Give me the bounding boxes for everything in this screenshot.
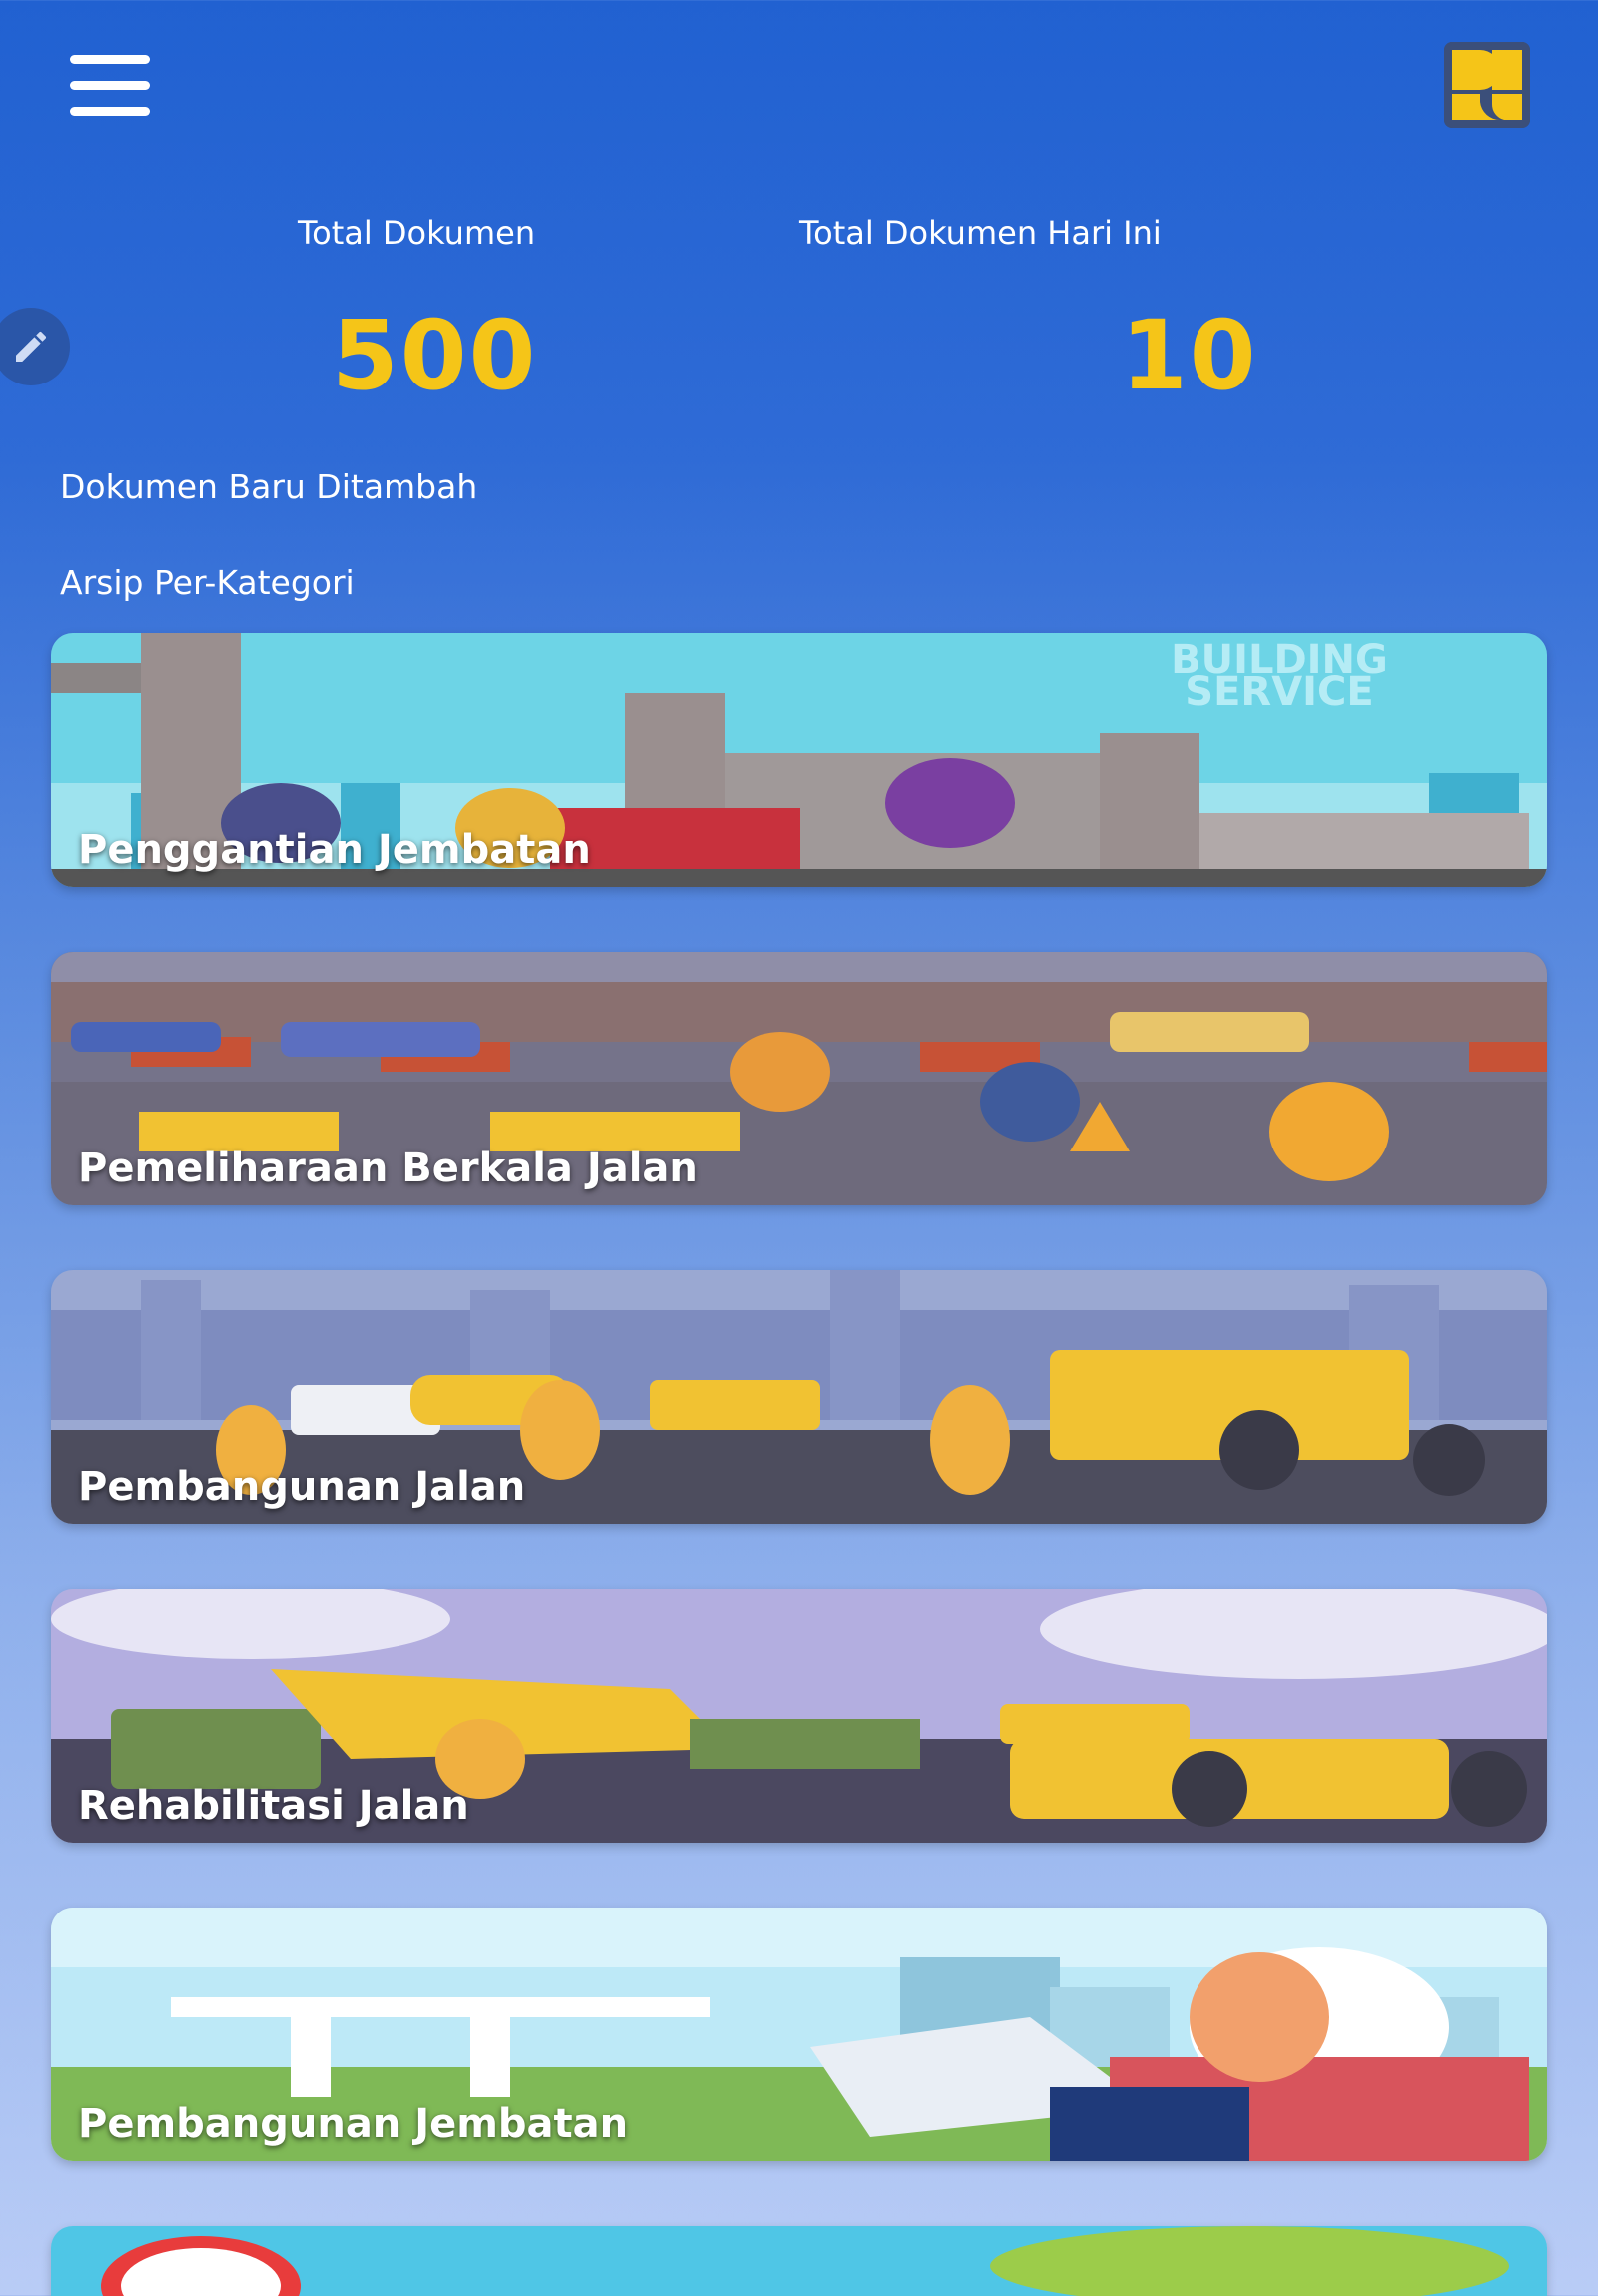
total-documents-label: Total Dokumen bbox=[298, 214, 536, 252]
edit-button[interactable] bbox=[0, 308, 70, 385]
category-card-partial[interactable] bbox=[51, 2226, 1547, 2296]
hamburger-menu-icon[interactable] bbox=[70, 55, 150, 117]
category-title: Pemeliharaan Berkala Jalan bbox=[78, 1146, 698, 1191]
category-title: Rehabilitasi Jalan bbox=[78, 1783, 469, 1829]
category-card-pembangunan-jalan[interactable]: Pembangunan Jalan bbox=[51, 1270, 1547, 1524]
today-documents-label: Total Dokumen Hari Ini bbox=[799, 214, 1162, 252]
pupr-logo-icon bbox=[1444, 42, 1530, 128]
category-title: Pembangunan Jembatan bbox=[78, 2101, 629, 2147]
category-illustration bbox=[51, 2226, 1547, 2296]
archive-category-heading: Arsip Per-Kategori bbox=[60, 563, 355, 602]
pencil-icon bbox=[16, 331, 47, 362]
new-documents-heading: Dokumen Baru Ditambah bbox=[60, 467, 478, 506]
category-card-penggantian-jembatan[interactable]: BUILDING SERVICE Penggantian Jembatan bbox=[51, 633, 1547, 887]
today-documents-value: 10 bbox=[1121, 300, 1258, 411]
category-card-pemeliharaan-berkala-jalan[interactable]: Pemeliharaan Berkala Jalan bbox=[51, 952, 1547, 1205]
svg-text:SERVICE: SERVICE bbox=[1185, 669, 1373, 715]
category-card-rehabilitasi-jalan[interactable]: Rehabilitasi Jalan bbox=[51, 1589, 1547, 1843]
category-title: Pembangunan Jalan bbox=[78, 1464, 526, 1510]
category-card-pembangunan-jembatan[interactable]: Pembangunan Jembatan bbox=[51, 1908, 1547, 2161]
total-documents-value: 500 bbox=[332, 300, 538, 411]
category-title: Penggantian Jembatan bbox=[78, 827, 591, 873]
